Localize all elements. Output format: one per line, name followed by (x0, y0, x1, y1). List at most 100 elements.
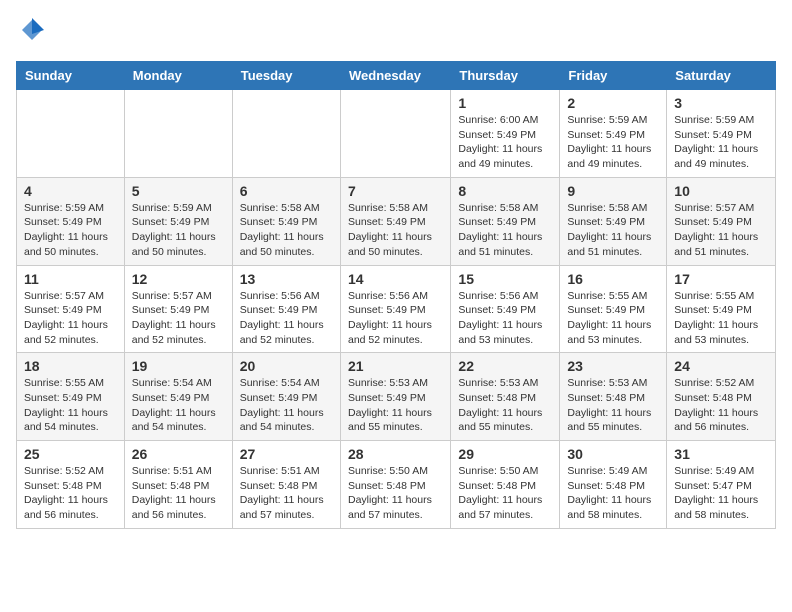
calendar-cell: 8 Sunrise: 5:58 AM Sunset: 5:49 PM Daylig… (451, 177, 560, 265)
day-number: 3 (674, 95, 768, 111)
day-number: 12 (132, 271, 225, 287)
column-header-thursday: Thursday (451, 62, 560, 90)
logo-icon (18, 16, 46, 44)
column-header-friday: Friday (560, 62, 667, 90)
calendar-week-row: 11 Sunrise: 5:57 AM Sunset: 5:49 PM Dayli… (17, 265, 776, 353)
day-number: 29 (458, 446, 552, 462)
day-number: 7 (348, 183, 443, 199)
column-header-monday: Monday (124, 62, 232, 90)
day-info: Sunrise: 5:55 AM Sunset: 5:49 PM Dayligh… (24, 376, 117, 435)
day-number: 25 (24, 446, 117, 462)
day-info: Sunrise: 5:58 AM Sunset: 5:49 PM Dayligh… (240, 201, 333, 260)
calendar-cell: 23Sunrise: 5:53 AM Sunset: 5:48 PM Dayli… (560, 353, 667, 441)
column-header-sunday: Sunday (17, 62, 125, 90)
day-info: Sunrise: 5:49 AM Sunset: 5:48 PM Dayligh… (567, 464, 659, 523)
calendar-cell: 16 Sunrise: 5:55 AM Sunset: 5:49 PM Dayli… (560, 265, 667, 353)
day-info: Sunrise: 5:50 AM Sunset: 5:48 PM Dayligh… (458, 464, 552, 523)
day-info: Sunrise: 5:52 AM Sunset: 5:48 PM Dayligh… (674, 376, 768, 435)
header (16, 16, 776, 49)
calendar-cell: 13 Sunrise: 5:56 AM Sunset: 5:49 PM Dayli… (232, 265, 340, 353)
day-number: 1 (458, 95, 552, 111)
day-info: Sunrise: 5:56 AM Sunset: 5:49 PM Dayligh… (348, 289, 443, 348)
day-info: Sunrise: 5:57 AM Sunset: 5:49 PM Dayligh… (132, 289, 225, 348)
day-number: 5 (132, 183, 225, 199)
calendar-cell: 30 Sunrise: 5:49 AM Sunset: 5:48 PM Dayli… (560, 441, 667, 529)
calendar-cell: 4Sunrise: 5:59 AM Sunset: 5:49 PM Daylig… (17, 177, 125, 265)
day-info: Sunrise: 5:52 AM Sunset: 5:48 PM Dayligh… (24, 464, 117, 523)
day-number: 22 (458, 358, 552, 374)
day-number: 31 (674, 446, 768, 462)
day-number: 13 (240, 271, 333, 287)
calendar-cell: 10 Sunrise: 5:57 AM Sunset: 5:49 PM Dayli… (667, 177, 776, 265)
day-info: Sunrise: 5:59 AM Sunset: 5:49 PM Dayligh… (24, 201, 117, 260)
day-info: Sunrise: 5:55 AM Sunset: 5:49 PM Dayligh… (567, 289, 659, 348)
day-number: 17 (674, 271, 768, 287)
day-info: Sunrise: 5:55 AM Sunset: 5:49 PM Dayligh… (674, 289, 768, 348)
day-number: 19 (132, 358, 225, 374)
calendar-cell: 25 Sunrise: 5:52 AM Sunset: 5:48 PM Dayli… (17, 441, 125, 529)
calendar-week-row: 4Sunrise: 5:59 AM Sunset: 5:49 PM Daylig… (17, 177, 776, 265)
day-info: Sunrise: 5:54 AM Sunset: 5:49 PM Dayligh… (240, 376, 333, 435)
day-number: 30 (567, 446, 659, 462)
calendar-cell: 2Sunrise: 5:59 AM Sunset: 5:49 PM Daylig… (560, 90, 667, 178)
day-number: 9 (567, 183, 659, 199)
day-number: 21 (348, 358, 443, 374)
day-number: 10 (674, 183, 768, 199)
calendar-cell: 12 Sunrise: 5:57 AM Sunset: 5:49 PM Dayli… (124, 265, 232, 353)
calendar-header-row: SundayMondayTuesdayWednesdayThursdayFrid… (17, 62, 776, 90)
day-number: 18 (24, 358, 117, 374)
calendar-cell: 29 Sunrise: 5:50 AM Sunset: 5:48 PM Dayli… (451, 441, 560, 529)
calendar-week-row: 1 Sunrise: 6:00 AM Sunset: 5:49 PM Daylig… (17, 90, 776, 178)
day-number: 20 (240, 358, 333, 374)
calendar-cell: 1 Sunrise: 6:00 AM Sunset: 5:49 PM Daylig… (451, 90, 560, 178)
day-info: Sunrise: 5:49 AM Sunset: 5:47 PM Dayligh… (674, 464, 768, 523)
day-info: Sunrise: 5:51 AM Sunset: 5:48 PM Dayligh… (132, 464, 225, 523)
day-info: Sunrise: 5:56 AM Sunset: 5:49 PM Dayligh… (240, 289, 333, 348)
day-info: Sunrise: 5:51 AM Sunset: 5:48 PM Dayligh… (240, 464, 333, 523)
day-number: 6 (240, 183, 333, 199)
calendar-cell: 20 Sunrise: 5:54 AM Sunset: 5:49 PM Dayli… (232, 353, 340, 441)
day-number: 14 (348, 271, 443, 287)
day-number: 28 (348, 446, 443, 462)
calendar-cell: 19Sunrise: 5:54 AM Sunset: 5:49 PM Dayli… (124, 353, 232, 441)
calendar-week-row: 25 Sunrise: 5:52 AM Sunset: 5:48 PM Dayli… (17, 441, 776, 529)
day-number: 26 (132, 446, 225, 462)
day-info: Sunrise: 5:57 AM Sunset: 5:49 PM Dayligh… (674, 201, 768, 260)
day-info: Sunrise: 5:57 AM Sunset: 5:49 PM Dayligh… (24, 289, 117, 348)
day-number: 11 (24, 271, 117, 287)
calendar-cell: 27 Sunrise: 5:51 AM Sunset: 5:48 PM Dayli… (232, 441, 340, 529)
day-info: Sunrise: 5:58 AM Sunset: 5:49 PM Dayligh… (348, 201, 443, 260)
calendar-cell (124, 90, 232, 178)
day-info: Sunrise: 5:53 AM Sunset: 5:49 PM Dayligh… (348, 376, 443, 435)
day-number: 8 (458, 183, 552, 199)
calendar-cell (340, 90, 450, 178)
day-info: Sunrise: 5:58 AM Sunset: 5:49 PM Dayligh… (458, 201, 552, 260)
day-info: Sunrise: 5:50 AM Sunset: 5:48 PM Dayligh… (348, 464, 443, 523)
day-info: Sunrise: 5:56 AM Sunset: 5:49 PM Dayligh… (458, 289, 552, 348)
calendar-cell: 22Sunrise: 5:53 AM Sunset: 5:48 PM Dayli… (451, 353, 560, 441)
day-info: Sunrise: 5:59 AM Sunset: 5:49 PM Dayligh… (132, 201, 225, 260)
logo (16, 16, 46, 49)
calendar-cell: 6 Sunrise: 5:58 AM Sunset: 5:49 PM Daylig… (232, 177, 340, 265)
column-header-wednesday: Wednesday (340, 62, 450, 90)
day-info: Sunrise: 5:58 AM Sunset: 5:49 PM Dayligh… (567, 201, 659, 260)
day-number: 15 (458, 271, 552, 287)
day-number: 16 (567, 271, 659, 287)
column-header-tuesday: Tuesday (232, 62, 340, 90)
day-info: Sunrise: 5:59 AM Sunset: 5:49 PM Dayligh… (567, 113, 659, 172)
calendar-cell: 26 Sunrise: 5:51 AM Sunset: 5:48 PM Dayli… (124, 441, 232, 529)
calendar-cell: 9 Sunrise: 5:58 AM Sunset: 5:49 PM Daylig… (560, 177, 667, 265)
column-header-saturday: Saturday (667, 62, 776, 90)
day-number: 24 (674, 358, 768, 374)
calendar-cell: 28 Sunrise: 5:50 AM Sunset: 5:48 PM Dayli… (340, 441, 450, 529)
calendar-cell: 18 Sunrise: 5:55 AM Sunset: 5:49 PM Dayli… (17, 353, 125, 441)
calendar-cell: 11 Sunrise: 5:57 AM Sunset: 5:49 PM Dayli… (17, 265, 125, 353)
day-info: Sunrise: 5:59 AM Sunset: 5:49 PM Dayligh… (674, 113, 768, 172)
calendar-cell (17, 90, 125, 178)
day-number: 27 (240, 446, 333, 462)
calendar-cell (232, 90, 340, 178)
calendar-cell: 14 Sunrise: 5:56 AM Sunset: 5:49 PM Dayli… (340, 265, 450, 353)
day-info: Sunrise: 5:53 AM Sunset: 5:48 PM Dayligh… (567, 376, 659, 435)
day-info: Sunrise: 6:00 AM Sunset: 5:49 PM Dayligh… (458, 113, 552, 172)
calendar-table: SundayMondayTuesdayWednesdayThursdayFrid… (16, 61, 776, 529)
